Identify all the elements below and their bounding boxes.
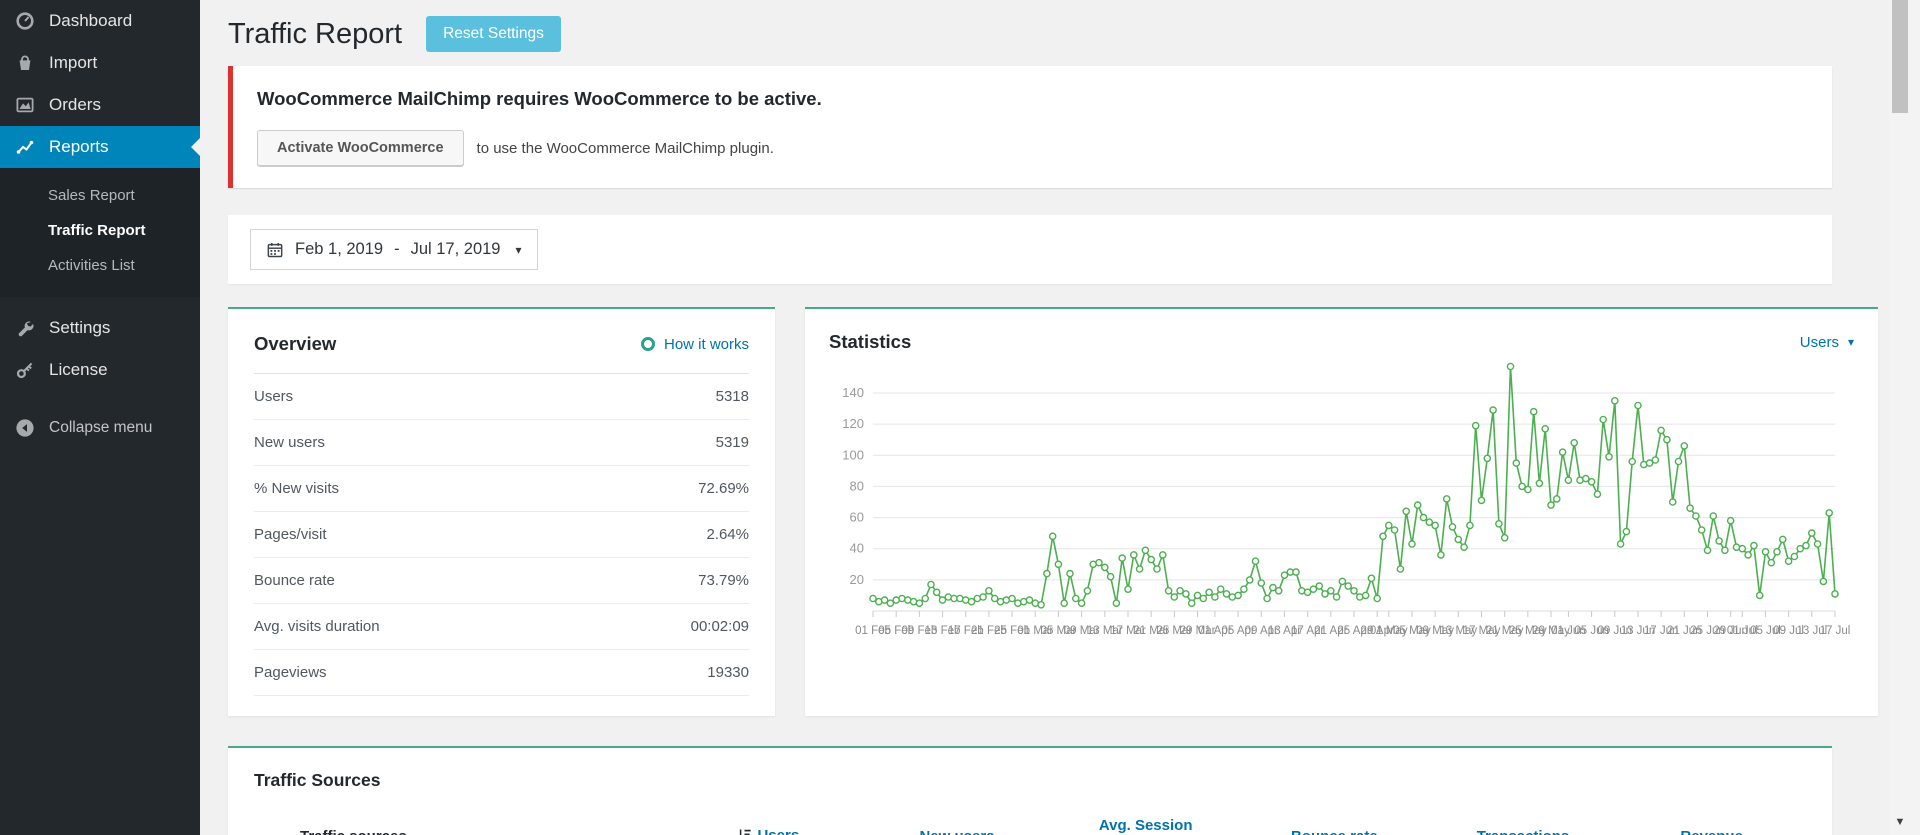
scrollbar-thumb[interactable] (1892, 0, 1908, 113)
woocommerce-notice: WooCommerce MailChimp requires WooCommer… (228, 66, 1832, 188)
metric-value: 2.64% (706, 526, 749, 543)
overview-card: Overview How it works Users 5318 New user… (228, 307, 775, 716)
column-users[interactable]: Users (674, 825, 863, 835)
date-range-end: Jul 17, 2019 (411, 240, 501, 259)
statistics-chart: 2040608010012014001 Feb05 Feb09 Feb13 Fe… (829, 361, 1854, 653)
overview-row-new-users: New users 5319 (254, 420, 749, 466)
metric-label: Pageviews (254, 664, 327, 681)
svg-text:60: 60 (850, 510, 864, 525)
sidebar-item-orders[interactable]: Orders (0, 84, 200, 126)
overview-title: Overview (254, 333, 336, 355)
reports-submenu: Sales Report Traffic Report Activities L… (0, 168, 200, 297)
date-range-separator: - (394, 240, 400, 259)
orders-icon (14, 95, 35, 116)
metric-label: Bounce rate (254, 572, 335, 589)
notice-suffix-text: to use the WooCommerce MailChimp plugin. (477, 140, 774, 157)
metric-value: 5318 (716, 388, 749, 405)
overview-row-pageviews: Pageviews 19330 (254, 650, 749, 696)
sidebar-item-settings[interactable]: Settings (0, 307, 200, 349)
collapse-menu-button[interactable]: Collapse menu (0, 407, 200, 449)
page-scrollbar: ▼ (1889, 0, 1920, 835)
app-window: Dashboard Import Orders Reports Sales Re… (0, 0, 1920, 835)
svg-text:80: 80 (850, 478, 864, 493)
date-range-start: Feb 1, 2019 (295, 240, 383, 259)
statistics-title: Statistics (829, 331, 911, 353)
overview-row-bounce-rate: Bounce rate 73.79% (254, 558, 749, 604)
metric-value: 72.69% (698, 480, 749, 497)
sidebar-item-label: Settings (49, 318, 110, 338)
metric-value: 00:02:09 (691, 618, 749, 635)
sidebar-item-label: Import (49, 53, 97, 73)
sidebar-item-label: License (49, 360, 108, 380)
column-transactions[interactable]: Transactions (1429, 826, 1618, 835)
page-header: Traffic Report Reset Settings (228, 0, 1832, 52)
chevron-down-icon: ▾ (515, 243, 521, 257)
svg-text:120: 120 (842, 416, 864, 431)
sidebar-item-label: Orders (49, 95, 101, 115)
metric-label: Users (254, 388, 293, 405)
overview-row-pages-visit: Pages/visit 2.64% (254, 512, 749, 558)
svg-text:20: 20 (850, 572, 864, 587)
main-content: Traffic Report Reset Settings WooCommerc… (200, 0, 1876, 835)
notice-title: WooCommerce MailChimp requires WooCommer… (257, 88, 1808, 110)
submenu-item-sales-report[interactable]: Sales Report (0, 178, 200, 213)
how-it-works-label: How it works (664, 336, 749, 353)
metric-value: 73.79% (698, 572, 749, 589)
metric-value: 19330 (707, 664, 749, 681)
sidebar-item-reports[interactable]: Reports (0, 126, 200, 168)
submenu-item-traffic-report[interactable]: Traffic Report (0, 213, 200, 248)
sidebar-item-label: Dashboard (49, 11, 132, 31)
sidebar-item-import[interactable]: Import (0, 42, 200, 84)
column-bounce-rate[interactable]: Bounce rate (1240, 826, 1429, 835)
admin-sidebar: Dashboard Import Orders Reports Sales Re… (0, 0, 200, 835)
reset-settings-button[interactable]: Reset Settings (426, 16, 561, 52)
dashboard-icon (14, 11, 35, 32)
ring-icon (641, 337, 655, 351)
metric-label: New users (254, 434, 325, 451)
page-title: Traffic Report (228, 18, 402, 51)
column-revenue[interactable]: Revenue (1617, 826, 1806, 835)
sidebar-item-label: Reports (49, 137, 109, 157)
import-icon (14, 53, 35, 74)
reports-icon (14, 137, 35, 158)
collapse-menu-label: Collapse menu (49, 419, 152, 437)
scrollbar-down-arrow[interactable]: ▼ (1891, 816, 1909, 828)
traffic-sources-table-header: Traffic sources Users New users Avg. Ses… (254, 815, 1806, 835)
overview-row-avg-duration: Avg. visits duration 00:02:09 (254, 604, 749, 650)
collapse-icon (14, 418, 35, 439)
overview-row-new-visits: % New visits 72.69% (254, 466, 749, 512)
svg-text:40: 40 (850, 541, 864, 556)
statistics-card: Statistics Users ▾ 2040608010012014001 F… (805, 307, 1878, 716)
license-icon (14, 360, 35, 381)
active-menu-arrow (182, 138, 200, 156)
settings-icon (14, 318, 35, 339)
date-range-bar: Feb 1, 2019 - Jul 17, 2019 ▾ (228, 215, 1832, 284)
statistics-metric-label: Users (1800, 334, 1839, 351)
metric-label: Avg. visits duration (254, 618, 380, 635)
traffic-sources-title: Traffic Sources (254, 770, 380, 790)
sort-amount-icon (737, 827, 752, 835)
overview-row-users: Users 5318 (254, 374, 749, 420)
metric-label: Pages/visit (254, 526, 327, 543)
sidebar-item-license[interactable]: License (0, 349, 200, 391)
statistics-metric-dropdown[interactable]: Users ▾ (1800, 334, 1854, 351)
sidebar-item-dashboard[interactable]: Dashboard (0, 0, 200, 42)
chevron-down-icon: ▾ (1848, 335, 1854, 349)
column-new-users[interactable]: New users (863, 826, 1052, 835)
traffic-sources-card: Traffic Sources Traffic sources Users Ne… (228, 746, 1832, 835)
calendar-icon (266, 241, 284, 259)
metric-value: 5319 (716, 434, 749, 451)
column-traffic-sources: Traffic sources (254, 826, 674, 835)
svg-text:100: 100 (842, 447, 864, 462)
metric-label: % New visits (254, 480, 339, 497)
svg-text:17 Jul: 17 Jul (1820, 625, 1851, 637)
activate-woocommerce-button[interactable]: Activate WooCommerce (257, 130, 464, 166)
svg-text:140: 140 (842, 385, 864, 400)
how-it-works-link[interactable]: How it works (641, 336, 749, 353)
date-range-picker[interactable]: Feb 1, 2019 - Jul 17, 2019 ▾ (250, 229, 538, 270)
submenu-item-activities-list[interactable]: Activities List (0, 248, 200, 283)
column-avg-session[interactable]: Avg. SessionDuration (1051, 815, 1240, 835)
